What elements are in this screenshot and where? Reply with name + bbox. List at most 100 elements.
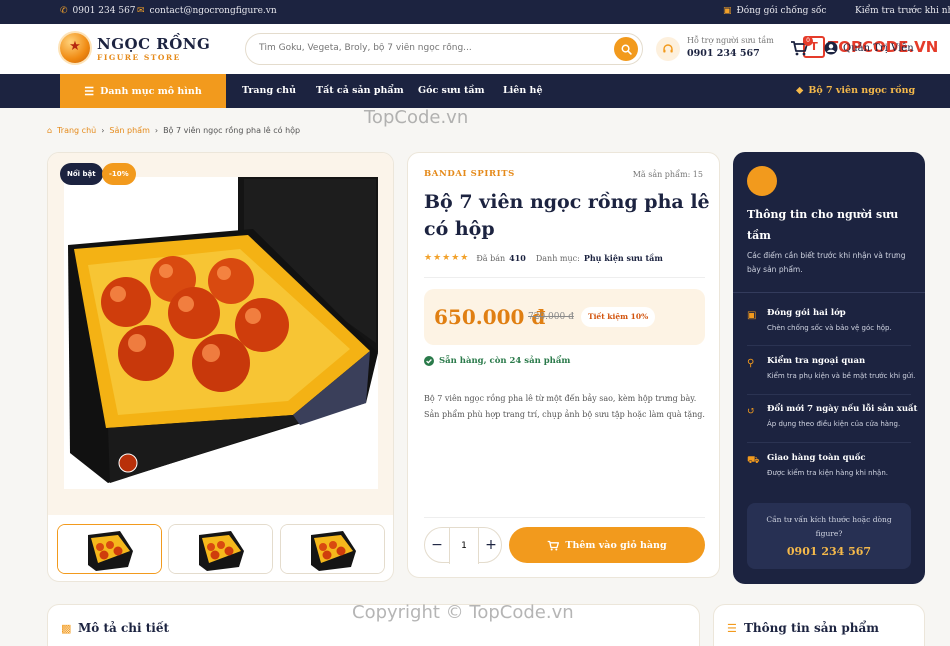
collector-info-panel: Thông tin cho người sưu tầm Các điểm cần… (733, 152, 925, 584)
diamond-icon: ◆ (796, 85, 804, 96)
search-input[interactable] (259, 43, 599, 53)
divider (747, 394, 911, 395)
topbar-phone-text: 0901 234 567 (72, 6, 136, 16)
breadcrumb-products[interactable]: Sản phẩm (109, 126, 149, 135)
divider (424, 517, 705, 518)
support-label: Hỗ trợ người sưu tầm (687, 36, 774, 45)
side-panel-subtitle: Các điểm cần biết trước khi nhận và trưn… (747, 251, 906, 274)
search-button[interactable] (614, 37, 638, 61)
divider (747, 442, 911, 443)
account-name: Quản Trị Viên (843, 42, 914, 54)
support-phone[interactable]: 0901 234 567 (687, 48, 760, 59)
add-to-cart-button[interactable]: Thêm vào giỏ hàng (509, 527, 705, 563)
cart-icon (548, 540, 560, 550)
side-item-desc: Kiểm tra phụ kiện và bề mặt trước khi gử… (767, 372, 916, 380)
topbar-inspect: Kiểm tra trước khi nhận (855, 6, 950, 16)
divider (747, 345, 911, 346)
breadcrumb-separator: › (101, 126, 105, 135)
sold-count: 410 (509, 253, 526, 263)
product-sku: Mã sản phẩm: 15 (632, 170, 703, 179)
list-icon: ☰ (727, 622, 737, 635)
nav-link-home[interactable]: Trang chủ (242, 85, 296, 96)
watermark-text: TopCode.vn (364, 107, 469, 128)
watermark-copyright: Copyright © TopCode.vn (352, 602, 574, 623)
stock-text: Sẵn hàng, còn 24 sản phẩm (439, 356, 571, 366)
nav-link-contact[interactable]: Liên hệ (503, 85, 543, 96)
quantity-stepper: − + (424, 527, 503, 564)
consult-phone[interactable]: 0901 234 567 (747, 545, 911, 558)
truck-icon: ⛟ (747, 455, 760, 466)
product-brand[interactable]: BANDAI SPIRITS (424, 169, 515, 179)
phone-icon: ✆ (60, 6, 68, 16)
side-item-desc: Được kiểm tra kiện hàng khi nhận. (767, 469, 888, 477)
old-price: 720.000 đ (528, 312, 574, 322)
topbar-inspect-text: Kiểm tra trước khi nhận (855, 6, 950, 16)
logo-icon[interactable]: ★ (60, 33, 90, 63)
product-thumbnail[interactable] (280, 524, 385, 574)
product-title: Bộ 7 viên ngọc rồng pha lê có hộp (424, 191, 710, 240)
badge-featured: Nổi bật (60, 163, 103, 185)
quantity-input[interactable] (449, 528, 479, 564)
user-icon (824, 41, 838, 55)
breadcrumb-current: Bộ 7 viên ngọc rồng pha lê có hộp (163, 126, 301, 135)
quantity-decrease-button[interactable]: − (425, 528, 449, 564)
divider (733, 292, 925, 293)
nav-link-collection[interactable]: Góc sưu tầm (418, 85, 485, 96)
side-item-desc: Chèn chống sốc và bảo vệ góc hộp. (767, 324, 892, 332)
quantity-increase-button[interactable]: + (479, 528, 503, 564)
magnifier-icon: ⚲ (747, 358, 755, 369)
product-meta: ★★★★★ Đã bán 410 Danh mục: Phụ kiện sưu … (424, 253, 663, 263)
search-icon (621, 44, 632, 55)
consult-text: Cần tư vấn kích thước hoặc dòng figure? (766, 515, 892, 538)
cart-count-badge: 0 (803, 36, 813, 46)
return-icon: ↺ (747, 406, 756, 417)
account-menu[interactable]: Quản Trị Viên (824, 41, 914, 55)
logo-name[interactable]: NGỌC RỒNG (97, 35, 210, 53)
main-nav: ☰ Danh mục mô hình Trang chủ Tất cả sản … (0, 74, 950, 108)
nav-link-all-products[interactable]: Tất cả sản phẩm (316, 85, 404, 96)
product-main-image[interactable]: Nổi bật -10% (48, 153, 393, 515)
side-panel-title: Thông tin cho người sưu tầm (747, 208, 899, 242)
breadcrumb-separator: › (154, 126, 159, 135)
saving-badge: Tiết kiệm 10% (581, 307, 656, 327)
price-box: 650.000 đ 720.000 đ Tiết kiệm 10% (424, 289, 705, 345)
topbar-email-text: contact@ngocrongfigure.vn (149, 6, 277, 16)
nav-promo-link[interactable]: ◆ Bộ 7 viên ngọc rồng (796, 85, 915, 96)
product-thumbnail[interactable] (168, 524, 273, 574)
category-link[interactable]: Phụ kiện sưu tầm (584, 253, 663, 263)
topbar-phone[interactable]: ✆ 0901 234 567 (60, 6, 136, 16)
rating-stars: ★★★★★ (424, 253, 470, 263)
topbar-email[interactable]: ✉ contact@ngocrongfigure.vn (137, 6, 277, 16)
side-item-title: Kiểm tra ngoại quan (767, 356, 866, 366)
consult-box: Cần tư vấn kích thước hoặc dòng figure? … (747, 503, 911, 569)
add-to-cart-label: Thêm vào giỏ hàng (565, 539, 667, 551)
home-icon: ⌂ (47, 126, 53, 135)
product-thumbnail[interactable] (57, 524, 162, 574)
badge-discount: -10% (102, 163, 136, 185)
search-bar (245, 33, 643, 65)
headset-icon (656, 37, 680, 61)
logo-subtitle: FIGURE STORE (97, 53, 181, 62)
site-header: ★ NGỌC RỒNG FIGURE STORE Hỗ trợ người sư… (0, 24, 950, 74)
mail-icon: ✉ (137, 6, 145, 16)
side-item-title: Đóng gói hai lớp (767, 308, 846, 318)
box-icon: ▣ (747, 310, 757, 321)
product-info: BANDAI SPIRITS Mã sản phẩm: 15 Bộ 7 viên… (407, 152, 720, 578)
detail-description-title: Mô tả chi tiết (78, 621, 170, 635)
box-icon: ▣ (723, 6, 732, 16)
product-gallery: Nổi bật -10% (47, 152, 394, 582)
dragon-ball-icon (747, 166, 777, 196)
divider (424, 277, 705, 278)
sold-label: Đã bán (476, 253, 506, 263)
product-info-title: Thông tin sản phẩm (744, 621, 879, 635)
side-item-title: Giao hàng toàn quốc (767, 453, 866, 463)
breadcrumb-home[interactable]: Trang chủ (57, 126, 96, 135)
nav-promo-label: Bộ 7 viên ngọc rồng (808, 85, 916, 96)
stock-status: Sẵn hàng, còn 24 sản phẩm (424, 356, 570, 366)
product-info-card: ☰ Thông tin sản phẩm (713, 604, 925, 646)
category-menu-button[interactable]: ☰ Danh mục mô hình (60, 74, 226, 108)
breadcrumb: ⌂ Trang chủ › Sản phẩm › Bộ 7 viên ngọc … (47, 126, 300, 135)
topbar-packaging: ▣ Đóng gói chống sốc (723, 6, 826, 16)
side-item-desc: Áp dụng theo điều kiện của cửa hàng. (767, 420, 901, 428)
side-item-title: Đổi mới 7 ngày nếu lỗi sản xuất (767, 404, 918, 414)
